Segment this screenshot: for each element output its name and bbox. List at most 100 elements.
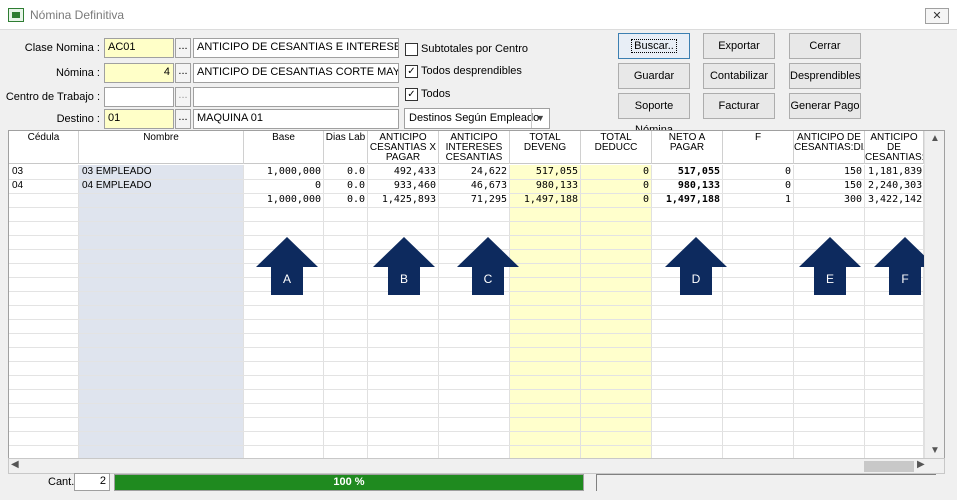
cell-dias-lab[interactable]: 0.0 (324, 193, 368, 207)
table-row[interactable]: 03 03 EMPLEADO 1,000,000 0.0 492,433 24,… (9, 165, 924, 179)
cell-anticipo-base[interactable]: 1,181,839 (865, 165, 924, 179)
buscar-button-label: Buscar.. (631, 39, 677, 53)
destino-lookup-button[interactable]: ... (175, 109, 191, 129)
marker-label: A (271, 266, 303, 295)
buscar-button[interactable]: Buscar.. (618, 33, 690, 59)
cerrar-button[interactable]: Cerrar (789, 33, 861, 59)
contabilizar-button[interactable]: Contabilizar (703, 63, 775, 89)
arrow-up-icon (799, 237, 861, 267)
header-base[interactable]: Base (244, 131, 324, 164)
data-grid[interactable]: Cédula Nombre Base Dias Lab ANTICIPO CES… (8, 130, 945, 460)
destino-select[interactable]: Destinos Según Empleado ▼ (404, 108, 550, 129)
header-anticipo-intereses[interactable]: ANTICIPO INTERESES CESANTIAS (439, 131, 510, 164)
header-cedula[interactable]: Cédula (9, 131, 79, 164)
nomina-lookup-button[interactable]: ... (175, 63, 191, 83)
cell-base[interactable]: 0 (244, 179, 324, 193)
table-row[interactable]: 04 04 EMPLEADO 0 0.0 933,460 46,673 980,… (9, 179, 924, 193)
cell-base[interactable]: 1,000,000 (244, 165, 324, 179)
grid-header: Cédula Nombre Base Dias Lab ANTICIPO CES… (9, 131, 944, 164)
grid-row-line (9, 361, 924, 362)
cell-neto-a-pagar[interactable]: 980,133 (652, 179, 723, 193)
vertical-scrollbar[interactable]: ▲ ▼ (924, 131, 944, 459)
cell-anticipo-intereses[interactable]: 24,622 (439, 165, 510, 179)
cell-nombre[interactable]: 03 EMPLEADO (79, 165, 244, 179)
desprendibles-button[interactable]: Desprendibles (789, 63, 861, 89)
cell-total-deducc[interactable]: 0 (581, 165, 652, 179)
cell-total-deveng[interactable]: 517,055 (510, 165, 581, 179)
cell-anticipo-dias[interactable]: 150 (794, 165, 865, 179)
todos-desprendibles-checkbox[interactable]: ✓ (405, 65, 418, 78)
grid-row-line (9, 235, 924, 236)
clase-nomina-code-input[interactable]: AC01 (104, 38, 174, 58)
cell-dias-lab[interactable]: 0.0 (324, 165, 368, 179)
header-anticipo-base[interactable]: ANTICIPO DE CESANTIAS:BAS (865, 131, 924, 164)
scroll-right-icon[interactable]: ▶ (917, 459, 925, 470)
cell-nombre[interactable]: 04 EMPLEADO (79, 179, 244, 193)
guardar-button[interactable]: Guardar (618, 63, 690, 89)
close-button[interactable]: ✕ (925, 8, 949, 24)
status-panel (596, 474, 936, 491)
cell-nombre[interactable] (79, 193, 244, 207)
column-anticipo-cesantias (368, 165, 439, 459)
clase-nomina-label: Clase Nomina : (24, 42, 100, 54)
nomina-code-input[interactable]: 4 (104, 63, 174, 83)
cell-base[interactable]: 1,000,000 (244, 193, 324, 207)
cell-anticipo-dias[interactable]: 150 (794, 179, 865, 193)
exportar-button[interactable]: Exportar (703, 33, 775, 59)
cell-cedula[interactable] (9, 193, 79, 207)
header-neto-a-pagar[interactable]: NETO A PAGAR (652, 131, 723, 164)
cell-total-deveng[interactable]: 980,133 (510, 179, 581, 193)
cell-anticipo-dias[interactable]: 300 (794, 193, 865, 207)
clase-nomina-lookup-button[interactable]: ... (175, 38, 191, 58)
header-anticipo-cesantias[interactable]: ANTICIPO CESANTIAS X PAGAR (368, 131, 439, 164)
cell-total-deveng[interactable]: 1,497,188 (510, 193, 581, 207)
chevron-down-icon: ▼ (531, 109, 549, 128)
totals-row[interactable]: 1,000,000 0.0 1,425,893 71,295 1,497,188… (9, 193, 924, 207)
cell-f[interactable]: 0 (723, 165, 794, 179)
title-bar: Nómina Definitiva ✕ (0, 0, 957, 30)
header-nombre[interactable]: Nombre (79, 131, 244, 164)
horizontal-scroll-thumb[interactable] (864, 461, 914, 472)
horizontal-scrollbar[interactable]: ◀ ▶ (8, 458, 945, 474)
cell-cedula[interactable]: 03 (9, 165, 79, 179)
soporte-nomina-button[interactable]: Soporte Nómina (618, 93, 690, 136)
generar-pago-button[interactable]: Generar Pago (789, 93, 861, 119)
scroll-up-icon[interactable]: ▲ (925, 131, 944, 147)
cell-anticipo-cesantias[interactable]: 492,433 (368, 165, 439, 179)
scroll-down-icon[interactable]: ▼ (925, 443, 944, 459)
grid-row-line (9, 445, 924, 446)
cell-cedula[interactable]: 04 (9, 179, 79, 193)
cell-f[interactable]: 0 (723, 179, 794, 193)
cell-dias-lab[interactable]: 0.0 (324, 179, 368, 193)
centro-trabajo-code-input[interactable] (104, 87, 174, 107)
cell-f[interactable]: 1 (723, 193, 794, 207)
nomina-label: Nómina : (55, 67, 100, 79)
header-anticipo-dias[interactable]: ANTICIPO DE CESANTIAS:DIAS (794, 131, 865, 164)
todos-label: Todos (421, 88, 451, 100)
scroll-left-icon[interactable]: ◀ (11, 459, 19, 470)
grid-row-line (9, 403, 924, 404)
grid-row-line (9, 389, 924, 390)
cell-total-deducc[interactable]: 0 (581, 193, 652, 207)
centro-trabajo-lookup-button[interactable]: ... (175, 87, 191, 107)
header-dias-lab[interactable]: Dias Lab (324, 131, 368, 164)
cell-anticipo-intereses[interactable]: 71,295 (439, 193, 510, 207)
cell-neto-a-pagar[interactable]: 517,055 (652, 165, 723, 179)
cell-anticipo-cesantias[interactable]: 933,460 (368, 179, 439, 193)
arrow-up-icon (256, 237, 318, 267)
todos-checkbox[interactable]: ✓ (405, 88, 418, 101)
cell-anticipo-cesantias[interactable]: 1,425,893 (368, 193, 439, 207)
cell-anticipo-base[interactable]: 3,422,142 (865, 193, 924, 207)
facturar-button[interactable]: Facturar (703, 93, 775, 119)
cell-neto-a-pagar[interactable]: 1,497,188 (652, 193, 723, 207)
marker-e: E (799, 237, 861, 295)
cell-anticipo-intereses[interactable]: 46,673 (439, 179, 510, 193)
cell-anticipo-base[interactable]: 2,240,303 (865, 179, 924, 193)
subtotales-checkbox[interactable] (405, 43, 418, 56)
header-f[interactable]: F (723, 131, 794, 164)
header-total-deducc[interactable]: TOTAL DEDUCC (581, 131, 652, 164)
cant-value: 2 (74, 473, 110, 491)
destino-code-input[interactable]: 01 (104, 109, 174, 129)
header-total-deveng[interactable]: TOTAL DEVENG (510, 131, 581, 164)
cell-total-deducc[interactable]: 0 (581, 179, 652, 193)
